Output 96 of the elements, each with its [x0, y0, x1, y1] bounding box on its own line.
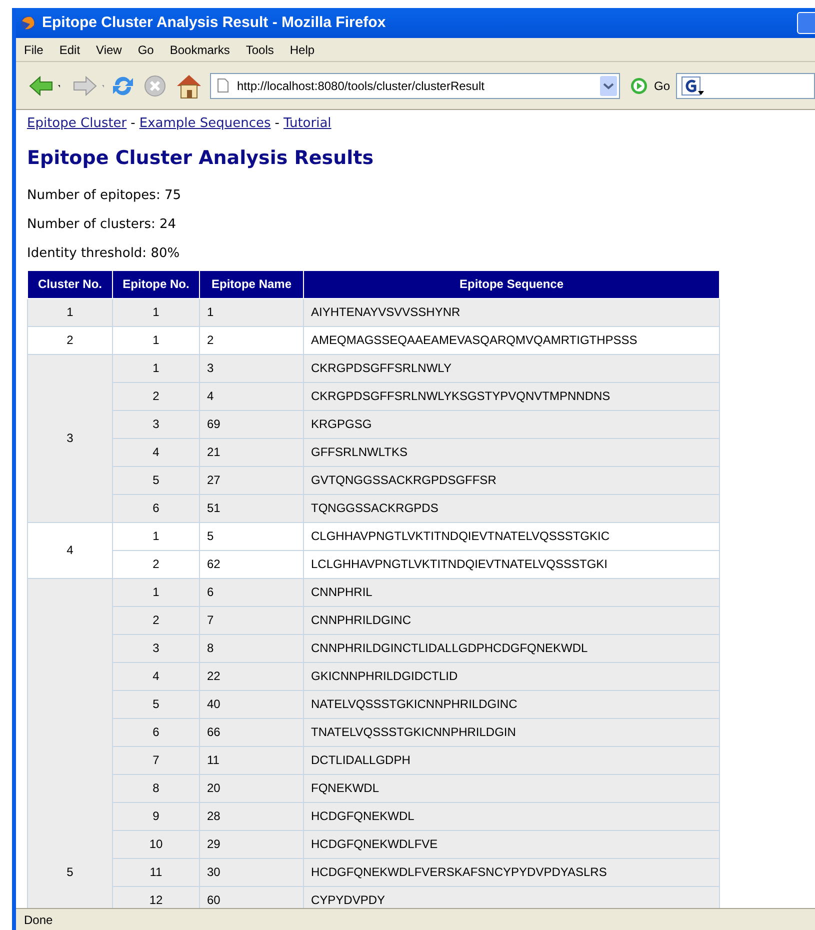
table-cell: 62 — [200, 550, 304, 578]
column-header: Epitope No. — [112, 270, 200, 298]
table-cell: GFFSRLNWLTKS — [304, 438, 720, 466]
page-heading: Epitope Cluster Analysis Results — [27, 146, 375, 171]
table-cell: 30 — [200, 858, 304, 886]
table-cell: DCTLIDALLGDPH — [304, 746, 720, 774]
menu-item[interactable]: Bookmarks — [168, 40, 232, 58]
table-cell: 4 — [112, 438, 200, 466]
summary-text: Number of epitopes: 75 — [27, 186, 182, 204]
stop-icon[interactable] — [142, 72, 168, 98]
column-header: Epitope Name — [200, 270, 304, 298]
table-cell: 11 — [200, 746, 304, 774]
table-cell: 69 — [200, 410, 304, 438]
menu-item[interactable]: Tools — [244, 40, 276, 58]
link-separator: - — [274, 115, 280, 134]
table-cell: 51 — [200, 494, 304, 522]
table-cell: 22 — [200, 662, 304, 690]
table-cell: CNNPHRILDGINCTLIDALLGDPHCDGFQNEKWDL — [304, 634, 720, 662]
table-cell: 1 — [200, 298, 304, 326]
table-cell: 3 — [200, 354, 304, 382]
table-cell: 6 — [112, 718, 200, 746]
table-cell: 2 — [112, 550, 200, 578]
table-cell: 29 — [200, 830, 304, 858]
menu-item[interactable]: Go — [136, 40, 156, 58]
table-cell: CNNPHRIL — [304, 578, 720, 606]
dropdown-icon[interactable] — [600, 76, 617, 96]
table-cell: 7 — [112, 746, 200, 774]
go-icon[interactable] — [630, 76, 648, 94]
go-button[interactable]: Go — [654, 76, 670, 94]
link-separator: - — [130, 115, 136, 134]
nav-link[interactable]: Example Sequences — [139, 114, 271, 134]
table-cell: 21 — [200, 438, 304, 466]
table-cell: NATELVQSSSTGKICNNPHRILDGINC — [304, 690, 720, 718]
table-cell: 1 — [112, 354, 200, 382]
table-cell: HCDGFQNEKWDLFVERSKAFSNCYPYDVPDYASLRS — [304, 858, 720, 886]
menu-item[interactable]: View — [94, 40, 124, 58]
table-cell: 8 — [200, 634, 304, 662]
window-title: Epitope Cluster Analysis Result - Mozilla Firefox — [42, 12, 387, 33]
table-cell: GKICNNPHRILDGIDCTLID — [304, 662, 720, 690]
table-cell: CKRGPDSGFFSRLNWLY — [304, 354, 720, 382]
table-cell: LCLGHHAVPNGTLVKTITNDQIEVTNATELVQSSSTGKI — [304, 550, 720, 578]
table-cell: 2 — [200, 326, 304, 354]
table-cell: 66 — [200, 718, 304, 746]
table-cell: 10 — [112, 830, 200, 858]
table-cell: HCDGFQNEKWDLFVE — [304, 830, 720, 858]
table-cell: 40 — [200, 690, 304, 718]
table-cell: 5 — [112, 466, 200, 494]
table-cell: 2 — [28, 326, 112, 354]
table-cell: CNNPHRILDGINC — [304, 606, 720, 634]
table-cell: CLGHHAVPNGTLVKTITNDQIEVTNATELVQSSSTGKIC — [304, 522, 720, 550]
nav-link[interactable]: Epitope Cluster — [27, 114, 127, 134]
table-cell: 6 — [200, 578, 304, 606]
table-cell: 1 — [112, 522, 200, 550]
menu-item[interactable]: Help — [288, 40, 317, 58]
table-cell: 1 — [112, 326, 200, 354]
table-cell: 4 — [200, 382, 304, 410]
table-cell: 2 — [112, 606, 200, 634]
menu-item[interactable]: File — [22, 40, 46, 58]
column-header: Cluster No. — [28, 270, 112, 298]
summary-text: Number of clusters: 24 — [27, 216, 178, 234]
table-cell: 20 — [200, 774, 304, 802]
table-cell: CKRGPDSGFFSRLNWLYKSGSTYPVQNVTMPNNDNS — [304, 382, 720, 410]
column-header: Epitope Sequence — [304, 270, 720, 298]
table-cell: 6 — [112, 494, 200, 522]
table-cell: HCDGFQNEKWDL — [304, 802, 720, 830]
menu-item[interactable]: Edit — [57, 40, 82, 58]
summary-text: Identity threshold: 80% — [27, 244, 181, 262]
table-cell: 4 — [112, 662, 200, 690]
table-cell: 9 — [112, 802, 200, 830]
table-cell: 11 — [112, 858, 200, 886]
table-cell: 5 — [200, 522, 304, 550]
table-cell: 1 — [112, 578, 200, 606]
status-text: Done — [24, 912, 53, 928]
table-cell: 8 — [112, 774, 200, 802]
search-field[interactable] — [676, 72, 815, 98]
table-cell: 2 — [112, 382, 200, 410]
table-cell: 1 — [112, 298, 200, 326]
table-cell: TNATELVQSSSTGKICNNPHRILDGIN — [304, 718, 720, 746]
table-cell: GVTQNGGSSACKRGPDSGFFSR — [304, 466, 720, 494]
table-cell: 5 — [112, 690, 200, 718]
table-cell: 3 — [112, 634, 200, 662]
nav-link[interactable]: Tutorial — [284, 114, 332, 134]
minimize-button[interactable] — [797, 12, 815, 34]
table-cell: 4 — [28, 522, 112, 578]
table-cell: 3 — [112, 410, 200, 438]
table-cell: 28 — [200, 802, 304, 830]
table-cell: 7 — [200, 606, 304, 634]
url-field[interactable]: http://localhost:8080/tools/cluster/clusterResult — [210, 72, 620, 98]
table-cell: AIYHTENAYVSVVSSHYNR — [304, 298, 720, 326]
page-icon — [217, 78, 229, 93]
table-cell: AMEQMAGSSEQAAEAMEVASQARQMVQAMRTIGTHPSSS — [304, 326, 720, 354]
table-cell: KRGPGSG — [304, 410, 720, 438]
table-cell: 1 — [28, 298, 112, 326]
table-cell: TQNGGSSACKRGPDS — [304, 494, 720, 522]
table-cell: 27 — [200, 466, 304, 494]
table-cell: FQNEKWDL — [304, 774, 720, 802]
